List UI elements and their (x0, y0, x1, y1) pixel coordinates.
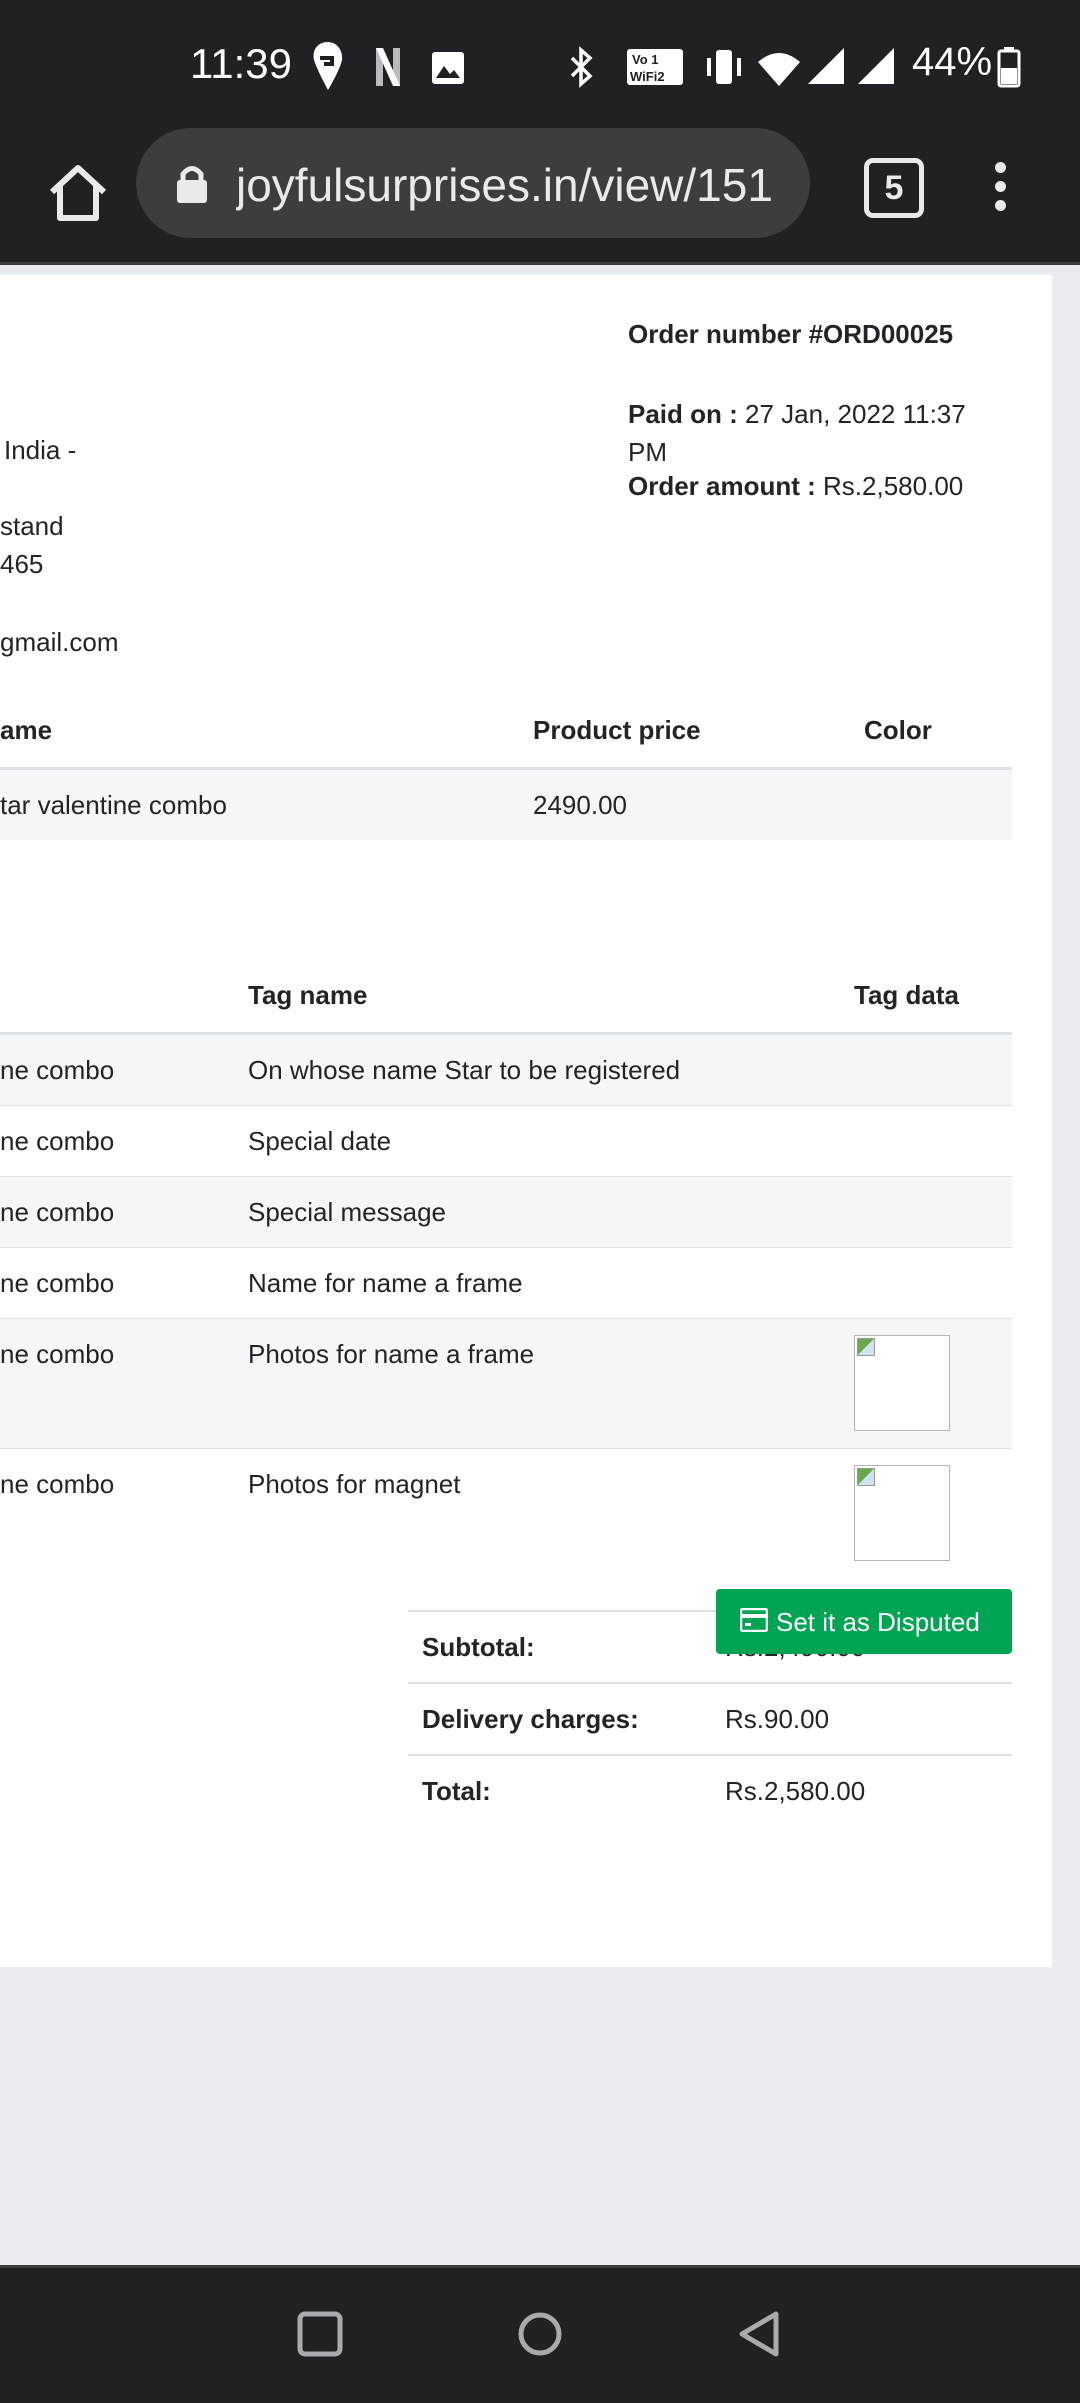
tag-data-image[interactable] (854, 1465, 950, 1561)
tag-product: ne combo (0, 1197, 115, 1227)
signal-icon-1 (808, 48, 844, 84)
lock-icon (177, 166, 207, 203)
status-bar: 11:39 Vo 1 WiFi2 44% (0, 0, 1080, 128)
more-menu-icon[interactable] (980, 156, 1020, 216)
tag-name: On whose name Star to be registered (248, 1055, 681, 1085)
table-header: ame Product price Color (0, 695, 1012, 769)
tag-name: Special date (248, 1126, 392, 1156)
tag-product: ne combo (0, 1339, 115, 1369)
credit-card-icon (740, 1608, 768, 1632)
set-disputed-label: Set it as Disputed (776, 1607, 980, 1637)
subtotal-label: Subtotal: (422, 1632, 535, 1662)
address-bar[interactable]: joyfulsurprises.in/view/151 (136, 128, 810, 238)
table-row: ne combo Special message (0, 1176, 1012, 1247)
order-amount: Order amount : Rs.2,580.00 (628, 471, 963, 502)
page-gutter (1052, 265, 1080, 2265)
tag-name: Name for name a frame (248, 1268, 523, 1298)
tag-product: ne combo (0, 1126, 115, 1156)
delivery-label: Delivery charges: (422, 1704, 639, 1734)
system-nav-bar (0, 2265, 1080, 2403)
tag-product: ne combo (0, 1055, 115, 1085)
battery-icon (997, 47, 1021, 88)
total-value: Rs.2,580.00 (725, 1776, 866, 1806)
column-header: Tag name (248, 980, 368, 1010)
set-disputed-button[interactable]: Set it as Disputed (716, 1589, 1012, 1654)
browser-toolbar: joyfulsurprises.in/view/151 5 (0, 128, 1080, 265)
swiggy-icon (313, 42, 343, 90)
column-header: Color (864, 715, 932, 745)
status-time: 11:39 (190, 40, 292, 87)
product-table: ame Product price Color tar valentine co… (0, 695, 1012, 840)
delivery-value: Rs.90.00 (725, 1704, 830, 1734)
tag-name: Photos for magnet (248, 1469, 461, 1499)
tag-table: Tag name Tag data ne combo On whose name… (0, 960, 1012, 1614)
table-row: ne combo Name for name a frame (0, 1247, 1012, 1318)
product-name: tar valentine combo (0, 790, 227, 820)
home-nav-icon[interactable] (516, 2310, 564, 2358)
column-header: Tag data (854, 980, 959, 1010)
tag-name: Photos for name a frame (248, 1339, 535, 1369)
bluetooth-icon (570, 46, 593, 88)
order-card: Order number #ORD00025 Paid on : 27 Jan,… (0, 275, 1052, 1967)
product-price: 2490.00 (533, 790, 627, 820)
delivery-row: Delivery charges: Rs.90.00 (408, 1682, 1012, 1754)
table-row: ne combo Photos for name a frame (0, 1318, 1012, 1448)
wifi-icon (758, 53, 800, 86)
url-text[interactable]: joyfulsurprises.in/view/151 (236, 158, 806, 212)
customer-email: gmail.com (0, 627, 119, 657)
vibrate-icon (707, 50, 741, 84)
address-line: stand (0, 511, 64, 541)
table-row: ne combo Special date (0, 1105, 1012, 1176)
netflix-icon (376, 48, 400, 86)
tag-product: ne combo (0, 1268, 115, 1298)
table-row: ne combo On whose name Star to be regist… (0, 1034, 1012, 1105)
table-header: Tag name Tag data (0, 960, 1012, 1034)
home-icon[interactable] (38, 154, 118, 234)
tab-switcher-button[interactable]: 5 (864, 158, 924, 218)
tag-product: ne combo (0, 1469, 115, 1499)
signal-icon-2 (858, 48, 894, 84)
total-row: Total: Rs.2,580.00 (408, 1754, 1012, 1826)
volte-wifi-icon: Vo 1 WiFi2 (627, 49, 683, 85)
order-number: Order number #ORD00025 (628, 319, 954, 349)
gallery-icon (432, 52, 464, 84)
address-line: India - (4, 435, 77, 465)
tag-name: Special message (248, 1197, 446, 1227)
svg-text:WiFi2: WiFi2 (630, 69, 665, 84)
order-amount-label: Order amount : (628, 471, 816, 501)
tag-data-image[interactable] (854, 1335, 950, 1431)
total-label: Total: (422, 1776, 491, 1806)
column-header: ame (0, 715, 53, 745)
paid-on: Paid on : 27 Jan, 2022 11:37 PM (628, 395, 988, 471)
recents-icon[interactable] (296, 2310, 344, 2358)
battery-percent: 44% (912, 40, 993, 84)
column-header: Product price (533, 715, 701, 745)
svg-text:Vo 1: Vo 1 (632, 52, 659, 67)
order-amount-value: Rs.2,580.00 (823, 471, 964, 501)
paid-on-label: Paid on : (628, 399, 738, 429)
table-row: tar valentine combo 2490.00 (0, 769, 1012, 840)
back-icon[interactable] (736, 2310, 784, 2358)
address-line: 465 (0, 549, 44, 579)
